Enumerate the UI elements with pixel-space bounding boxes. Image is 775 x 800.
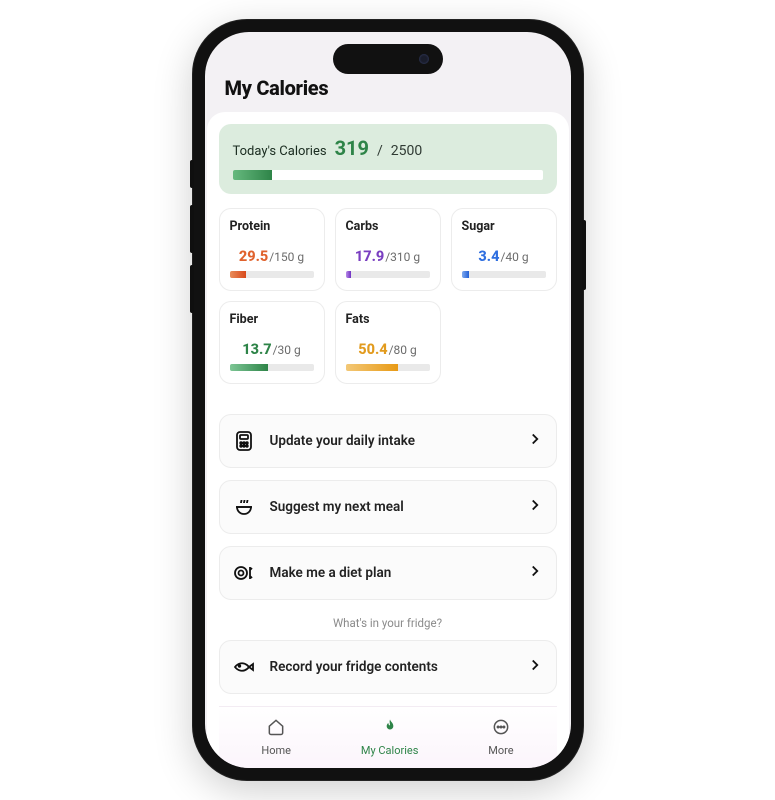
tab-label: My Calories <box>361 744 419 757</box>
more-icon <box>491 717 511 740</box>
nutrient-fill <box>346 364 399 371</box>
nutrient-card-fiber[interactable]: Fiber 13.7/30 g <box>219 301 325 384</box>
screen: My Calories Today's Calories 319 / 2500 … <box>205 32 571 768</box>
volume-down-button <box>190 265 194 313</box>
action-diet-plan[interactable]: Make me a diet plan <box>219 546 557 600</box>
nutrient-bar <box>462 271 546 278</box>
action-label: Update your daily intake <box>270 433 512 449</box>
page-title: My Calories <box>225 76 551 100</box>
calories-fill <box>233 170 273 180</box>
nutrient-card-carbs[interactable]: Carbs 17.9/310 g <box>335 208 441 291</box>
phone-frame: My Calories Today's Calories 319 / 2500 … <box>193 20 583 780</box>
calculator-icon <box>232 429 256 453</box>
nutrient-value: 50.4/80 g <box>346 341 430 358</box>
home-icon <box>266 717 286 740</box>
side-button <box>190 160 194 188</box>
nutrient-card-protein[interactable]: Protein 29.5/150 g <box>219 208 325 291</box>
calories-total: 2500 <box>391 143 422 159</box>
nutrient-fill <box>230 364 269 371</box>
tab-label: More <box>488 744 513 757</box>
nutrient-fill <box>230 271 247 278</box>
nutrient-value: 3.4/40 g <box>462 248 546 265</box>
nutrient-bar <box>230 364 314 371</box>
chevron-right-icon <box>526 496 544 518</box>
plan-icon <box>232 561 256 585</box>
action-record-fridge[interactable]: Record your fridge contents <box>219 640 557 694</box>
chevron-right-icon <box>526 562 544 584</box>
action-label: Suggest my next meal <box>270 499 512 515</box>
actions-list: Update your daily intake Suggest my next … <box>219 414 557 612</box>
nutrient-fill <box>346 271 351 278</box>
calories-line: Today's Calories 319 / 2500 <box>233 136 543 160</box>
calories-label: Today's Calories <box>233 144 327 159</box>
nutrient-bar <box>230 271 314 278</box>
nutrient-card-fats[interactable]: Fats 50.4/80 g <box>335 301 441 384</box>
nutrient-label: Fats <box>346 312 430 327</box>
nutrient-bar <box>346 364 430 371</box>
action-label: Record your fridge contents <box>270 659 512 675</box>
chevron-right-icon <box>526 656 544 678</box>
action-update-intake[interactable]: Update your daily intake <box>219 414 557 468</box>
tab-home[interactable]: Home <box>261 717 291 757</box>
camera-dot <box>419 54 429 64</box>
meal-icon <box>232 495 256 519</box>
nutrient-value: 29.5/150 g <box>230 248 314 265</box>
nutrient-grid: Protein 29.5/150 g Carbs 17.9/310 g Sugar 3.4… <box>219 208 557 384</box>
calories-card: Today's Calories 319 / 2500 <box>219 124 557 194</box>
fridge-action-slot: Record your fridge contents <box>219 640 557 706</box>
power-button <box>582 220 586 290</box>
nutrient-card-sugar[interactable]: Sugar 3.4/40 g <box>451 208 557 291</box>
calories-bar <box>233 170 543 180</box>
volume-up-button <box>190 205 194 253</box>
action-label: Make me a diet plan <box>270 565 512 581</box>
action-suggest-meal[interactable]: Suggest my next meal <box>219 480 557 534</box>
fish-icon <box>232 655 256 679</box>
nutrient-label: Fiber <box>230 312 314 327</box>
calories-value: 319 <box>335 136 369 160</box>
content-area[interactable]: Today's Calories 319 / 2500 Protein 29.5/… <box>207 112 569 768</box>
nutrient-label: Protein <box>230 219 314 234</box>
nutrient-label: Carbs <box>346 219 430 234</box>
flame-icon <box>380 717 400 740</box>
notch <box>333 44 443 74</box>
nutrient-fill <box>462 271 470 278</box>
tab-bar: Home My Calories More <box>219 706 557 768</box>
calories-separator: / <box>377 143 383 159</box>
nutrient-label: Sugar <box>462 219 546 234</box>
chevron-right-icon <box>526 430 544 452</box>
tab-label: Home <box>261 744 291 757</box>
tab-calories[interactable]: My Calories <box>361 717 419 757</box>
tab-more[interactable]: More <box>488 717 513 757</box>
nutrient-value: 17.9/310 g <box>346 248 430 265</box>
nutrient-value: 13.7/30 g <box>230 341 314 358</box>
nutrient-bar <box>346 271 430 278</box>
fridge-caption: What's in your fridge? <box>219 616 557 630</box>
